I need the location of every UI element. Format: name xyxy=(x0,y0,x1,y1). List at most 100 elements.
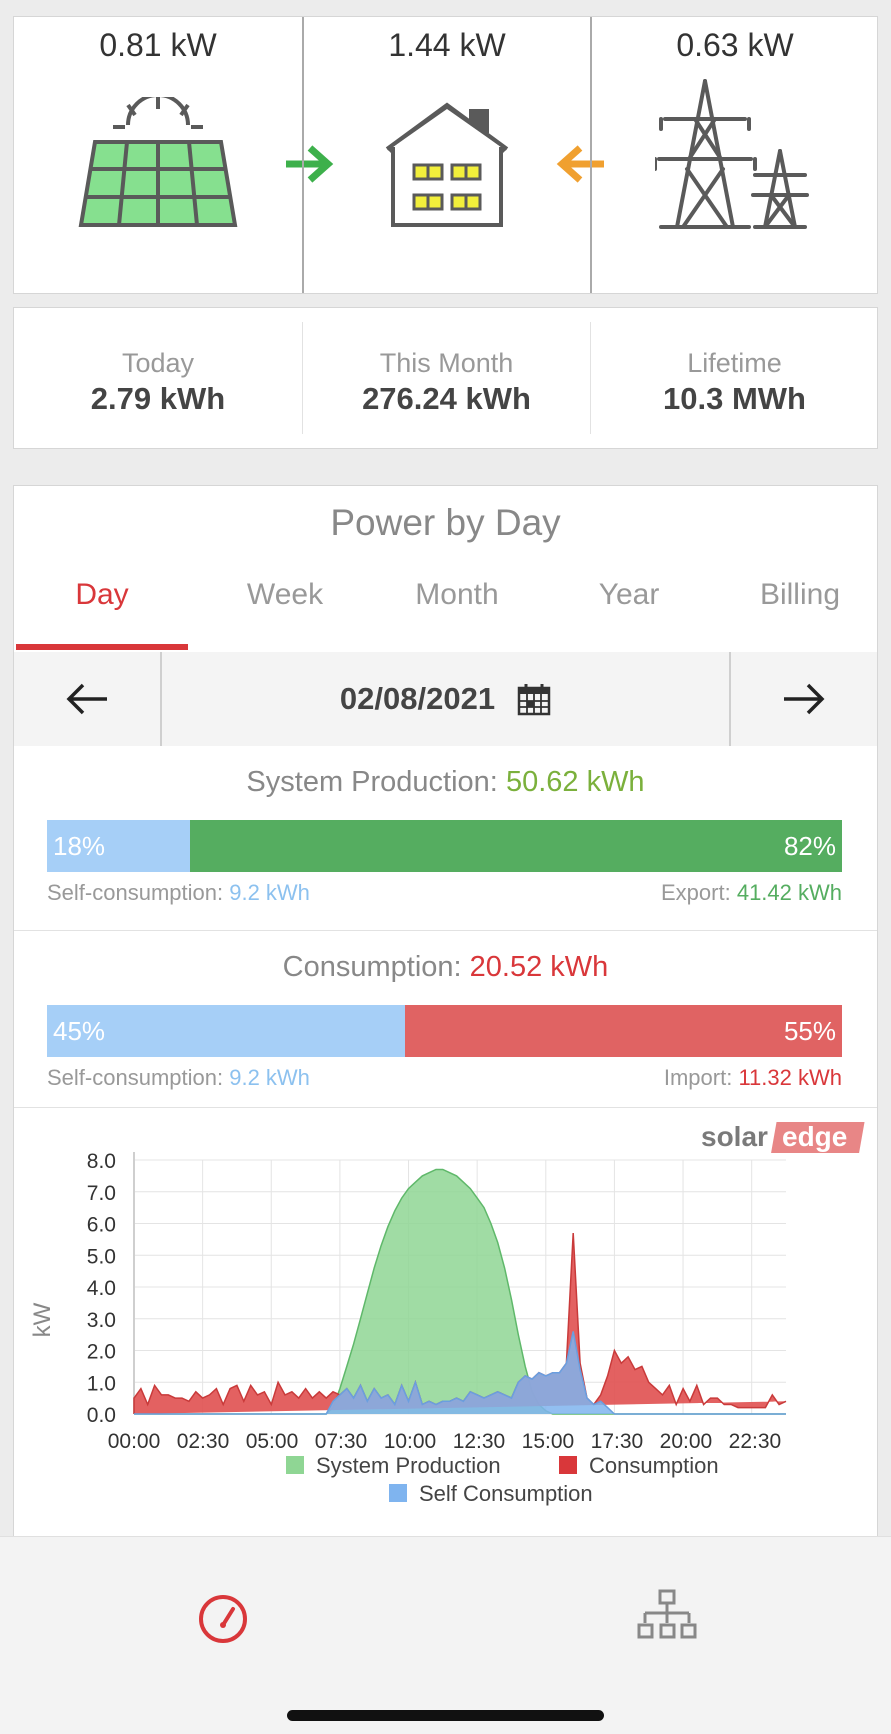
power-by-day-card: Power by Day Day Week Month Year Billing… xyxy=(13,485,878,1545)
energy-month: This Month 276.24 kWh xyxy=(302,322,590,434)
production-export-percent: 82% xyxy=(783,830,836,861)
next-date-button[interactable] xyxy=(729,652,877,746)
logo-edge-text: edge xyxy=(782,1121,847,1152)
section-divider xyxy=(14,930,877,931)
energy-month-value: 276.24 kWh xyxy=(362,381,531,416)
home-indicator xyxy=(287,1710,604,1721)
y-tick-label: 1.0 xyxy=(87,1372,116,1395)
grid-power-value: 0.63 kW xyxy=(676,27,794,63)
power-grid-tower-icon xyxy=(655,79,809,229)
y-axis-label: kW xyxy=(29,1302,56,1337)
series-area-system-production xyxy=(134,1168,786,1415)
legend-label: System Production xyxy=(316,1453,501,1478)
consumption-import-segment: 55% xyxy=(404,1005,842,1057)
grid-column: 0.63 kW xyxy=(590,17,878,293)
consumption-split-bar: 45% 55% xyxy=(47,1005,842,1057)
y-tick-label: 5.0 xyxy=(87,1245,116,1268)
production-export-segment: 82% xyxy=(190,820,842,872)
consumption-self-segment: 45% xyxy=(47,1005,405,1057)
selected-date: 02/08/2021 xyxy=(339,681,496,716)
site-layout-icon[interactable] xyxy=(637,1589,697,1641)
solar-column: 0.81 kW xyxy=(14,17,302,293)
y-tick-label: 6.0 xyxy=(87,1214,116,1237)
consumption-self-percent: 45% xyxy=(53,1015,106,1046)
solaredge-logo: solar edge xyxy=(701,1121,865,1153)
previous-date-button[interactable] xyxy=(14,652,162,746)
y-tick-label: 0.0 xyxy=(87,1404,116,1427)
consumption-label: Consumption: xyxy=(282,951,462,983)
tab-month[interactable]: Month xyxy=(371,578,543,612)
arrow-left-icon xyxy=(66,683,107,715)
x-tick-label: 05:00 xyxy=(246,1430,299,1453)
import-label: Import: xyxy=(663,1065,733,1090)
house-icon xyxy=(385,102,509,227)
production-self-percent: 18% xyxy=(53,830,106,861)
x-tick-label: 20:00 xyxy=(660,1430,713,1453)
logo-solar-text: solar xyxy=(701,1121,768,1152)
y-tick-label: 3.0 xyxy=(87,1309,116,1332)
x-tick-label: 02:30 xyxy=(177,1430,230,1453)
x-tick-label: 00:00 xyxy=(108,1430,161,1453)
bottom-navigation xyxy=(0,1536,891,1734)
house-power-value: 1.44 kW xyxy=(388,27,506,63)
x-tick-label: 07:30 xyxy=(315,1430,368,1453)
export-value: 41.42 kWh xyxy=(736,880,842,905)
consumption-breakdown: Self-consumption: 9.2 kWh Import: 11.32 … xyxy=(47,1065,842,1091)
tab-day[interactable]: Day xyxy=(16,578,188,612)
tab-week[interactable]: Week xyxy=(199,578,371,612)
energy-month-label: This Month xyxy=(379,348,514,378)
energy-lifetime-value: 10.3 MWh xyxy=(663,381,806,416)
consumption-self-label: Self-consumption: xyxy=(47,1065,224,1090)
consumption-self-value: 9.2 kWh xyxy=(229,1065,310,1090)
consumption-import-percent: 55% xyxy=(783,1015,836,1046)
x-tick-label: 17:30 xyxy=(591,1430,644,1453)
legend-label: Consumption xyxy=(589,1453,719,1478)
solar-panel-icon xyxy=(78,97,238,227)
consumption-section: Consumption: 20.52 kWh 45% 55% Self-cons… xyxy=(14,951,877,1101)
x-tick-label: 10:00 xyxy=(384,1430,437,1453)
y-tick-label: 8.0 xyxy=(87,1150,116,1173)
solar-power-value: 0.81 kW xyxy=(99,27,217,63)
energy-today-value: 2.79 kWh xyxy=(90,381,226,416)
tab-year[interactable]: Year xyxy=(543,578,715,612)
legend-label: Self Consumption xyxy=(419,1481,593,1506)
production-split-bar: 18% 82% xyxy=(47,820,842,872)
production-heading: System Production: 50.62 kWh xyxy=(14,766,877,799)
date-picker[interactable]: 02/08/2021 xyxy=(164,652,727,746)
power-title: Power by Day xyxy=(330,502,561,543)
consumption-value: 20.52 kWh xyxy=(469,951,609,983)
power-flow-card[interactable]: 0.81 kW 1.44 kW 0.63 kW xyxy=(13,16,878,294)
energy-today: Today 2.79 kWh xyxy=(14,322,302,434)
import-value: 11.32 kWh xyxy=(738,1065,842,1090)
y-axis: 8.0 7.0 6.0 5.0 4.0 3.0 2.0 1.0 0.0 xyxy=(87,1150,116,1427)
x-axis: 00:00 02:30 05:00 07:30 10:00 12:30 15:00 17:30… xyxy=(108,1430,782,1453)
y-tick-label: 7.0 xyxy=(87,1182,116,1205)
legend-swatch xyxy=(389,1484,407,1502)
active-tab-indicator xyxy=(16,644,188,650)
x-tick-label: 12:30 xyxy=(453,1430,506,1453)
energy-lifetime-label: Lifetime xyxy=(687,348,782,378)
period-tabs: Day Week Month Year Billing xyxy=(14,578,877,636)
date-navigator: 02/08/2021 xyxy=(14,652,877,746)
consumption-heading: Consumption: 20.52 kWh xyxy=(14,951,877,984)
calendar-icon xyxy=(517,684,551,716)
x-tick-label: 22:30 xyxy=(729,1430,782,1453)
energy-summary-card: Today 2.79 kWh This Month 276.24 kWh Lif… xyxy=(13,307,878,449)
export-label: Export: xyxy=(661,880,731,905)
legend-swatch xyxy=(559,1456,577,1474)
y-tick-label: 2.0 xyxy=(87,1341,116,1364)
production-value: 50.62 kWh xyxy=(505,766,645,798)
production-label: System Production: xyxy=(246,766,498,798)
production-self-segment: 18% xyxy=(47,820,191,872)
legend-swatch xyxy=(286,1456,304,1474)
chart-legend: System Production Consumption Self Consump… xyxy=(286,1453,719,1506)
tab-billing[interactable]: Billing xyxy=(714,578,886,612)
house-column: 1.44 kW xyxy=(302,17,590,293)
production-section: System Production: 50.62 kWh 18% 82% Sel… xyxy=(14,766,877,916)
production-self-value: 9.2 kWh xyxy=(229,880,310,905)
dashboard-gauge-icon[interactable] xyxy=(197,1593,249,1645)
production-self-label: Self-consumption: xyxy=(47,880,224,905)
x-tick-label: 15:00 xyxy=(522,1430,575,1453)
energy-lifetime: Lifetime 10.3 MWh xyxy=(590,322,878,434)
energy-today-label: Today xyxy=(121,348,195,378)
